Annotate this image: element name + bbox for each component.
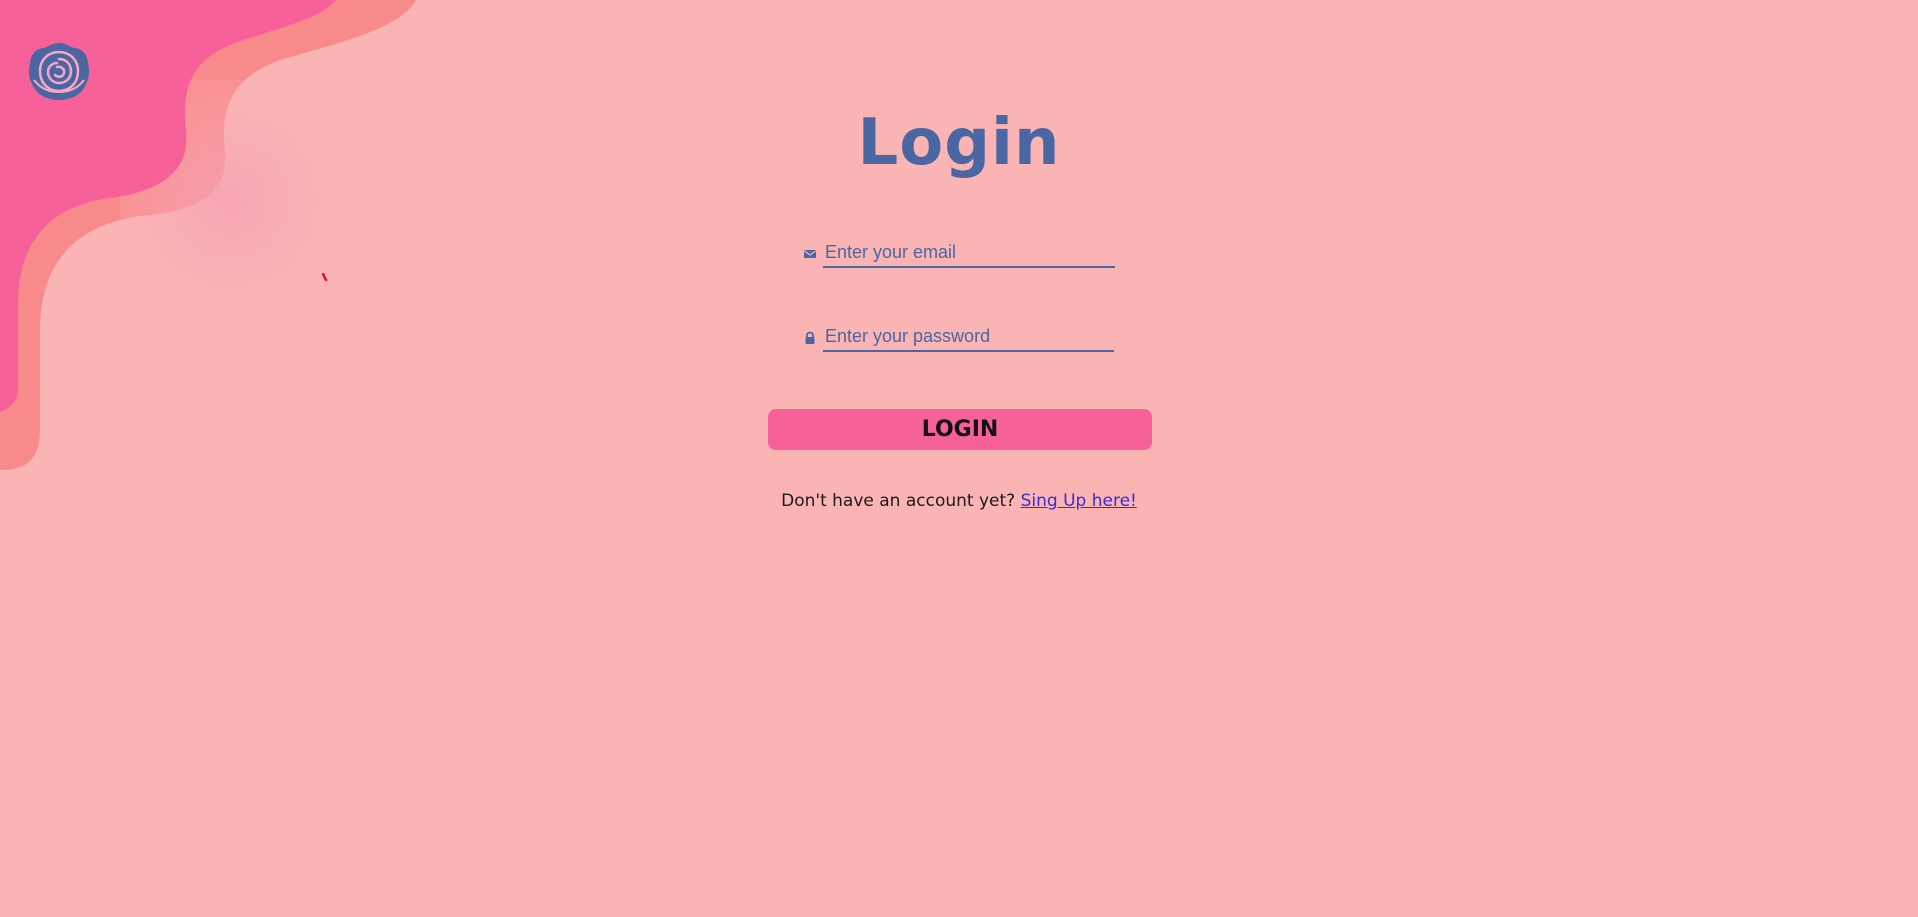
password-input[interactable] bbox=[823, 323, 1114, 352]
page-title: Login bbox=[857, 106, 1061, 180]
signup-link[interactable]: Sing Up here! bbox=[1021, 491, 1137, 511]
signup-prompt: Don't have an account yet? Sing Up here! bbox=[0, 491, 1918, 511]
lock-icon bbox=[805, 331, 815, 344]
signup-prompt-text: Don't have an account yet? bbox=[781, 491, 1016, 511]
password-field bbox=[803, 322, 1114, 352]
mouse-cursor-mark bbox=[322, 273, 328, 282]
envelope-icon bbox=[804, 250, 816, 258]
email-field bbox=[803, 238, 1115, 268]
login-page: Login LOGIN Don't have an account yet? S… bbox=[0, 0, 1918, 917]
rose-icon bbox=[28, 43, 90, 100]
login-button[interactable]: LOGIN bbox=[768, 409, 1152, 450]
email-input[interactable] bbox=[823, 239, 1115, 268]
